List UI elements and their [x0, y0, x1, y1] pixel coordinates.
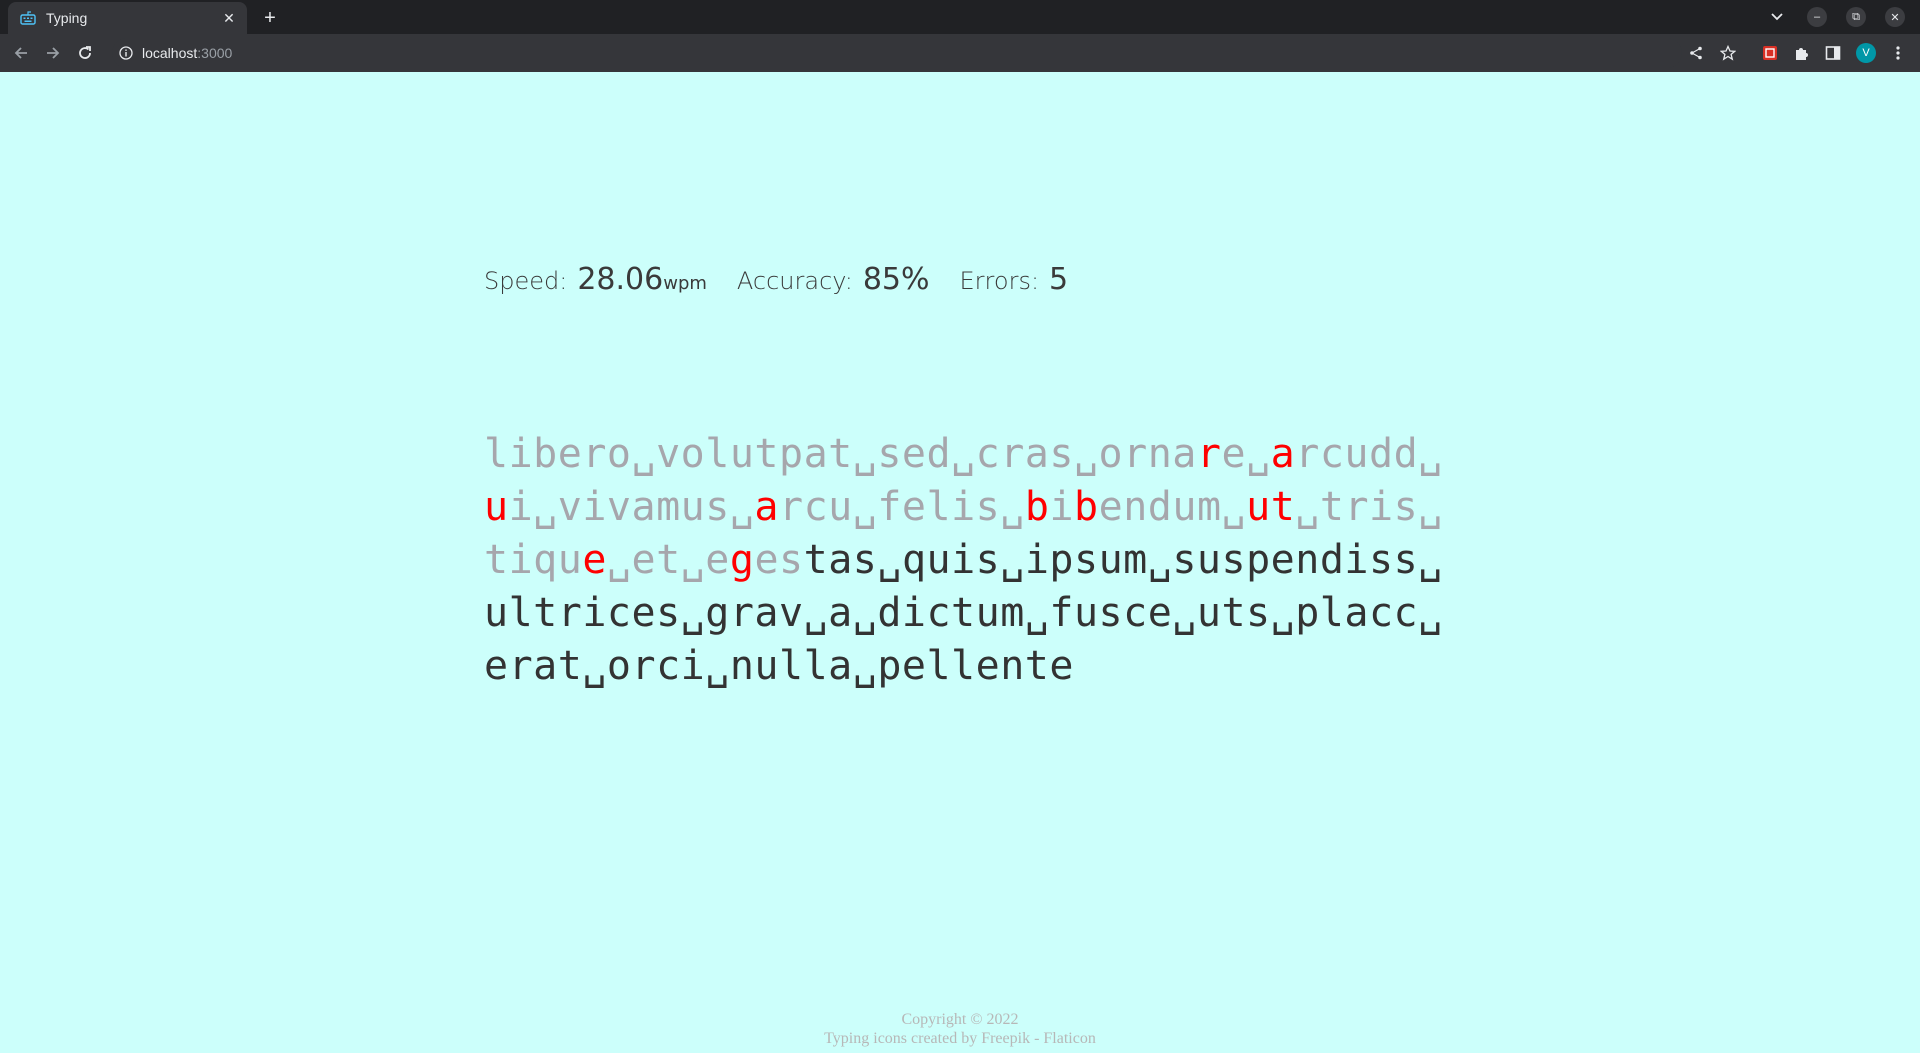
typed-text: ␣et␣e [606, 537, 730, 583]
error-char: b [1074, 484, 1099, 530]
text-line: tique␣et␣egestas␣quis␣ipsum␣suspendiss␣ [484, 534, 1444, 587]
share-icon[interactable] [1686, 43, 1706, 63]
typing-text-area[interactable]: libero␣volutpat␣sed␣cras␣ornare␣arcudd␣ u… [484, 428, 1444, 693]
tab-bar: Typing ✕ + – ⧉ ✕ [0, 0, 1920, 34]
typed-text: i␣vivamus␣ [508, 484, 755, 530]
keyboard-icon [20, 10, 36, 26]
extensions-puzzle-icon[interactable] [1792, 43, 1812, 63]
error-char: a [1270, 431, 1296, 477]
copyright-text: Copyright © 2022 [901, 1011, 1019, 1028]
site-info-icon[interactable] [118, 45, 134, 61]
typed-text: rcudd␣ [1295, 431, 1443, 477]
error-char: b [1024, 484, 1050, 530]
restore-button[interactable]: ⧉ [1846, 7, 1866, 27]
close-window-button[interactable]: ✕ [1885, 7, 1905, 27]
pending-text: tas␣quis␣ipsum␣suspendiss␣ [803, 537, 1443, 583]
speed-value: 28.06 [577, 262, 664, 297]
minimize-button[interactable]: – [1807, 7, 1827, 27]
typed-text: libero␣volutpat␣sed␣cras␣orna [484, 431, 1197, 477]
reload-icon[interactable] [73, 41, 97, 65]
bookmark-star-icon[interactable] [1718, 43, 1738, 63]
error-char: a [754, 484, 780, 530]
typed-text: i [1049, 484, 1075, 530]
errors-value: 5 [1049, 262, 1069, 297]
browser-toolbar: localhost:3000 V [0, 34, 1920, 72]
new-tab-button[interactable]: + [258, 6, 282, 30]
text-line: libero␣volutpat␣sed␣cras␣ornare␣arcudd␣ [484, 428, 1444, 481]
pending-text: erat␣orci␣nulla␣pellente [484, 643, 1074, 689]
text-line: erat␣orci␣nulla␣pellente [484, 640, 1444, 693]
accuracy-stat: Accuracy: 85% [737, 262, 930, 297]
tab-typing[interactable]: Typing ✕ [8, 2, 247, 34]
profile-avatar[interactable]: V [1856, 43, 1876, 63]
speed-label: Speed: [484, 267, 568, 295]
stats-bar: Speed: 28.06 wpm Accuracy: 85% Errors: 5 [484, 262, 1098, 297]
typed-text: endum␣ [1098, 484, 1247, 530]
error-char: u [484, 484, 509, 530]
close-tab-icon[interactable]: ✕ [219, 8, 239, 28]
text-line: ultrices␣grav␣a␣dictum␣fusce␣uts␣placc␣ [484, 587, 1444, 640]
extension-app-icon[interactable] [1760, 43, 1780, 63]
tab-search-chevron-icon[interactable] [1766, 7, 1788, 27]
tab-title: Typing [46, 10, 88, 26]
typed-text: rcu␣felis␣ [779, 484, 1025, 530]
errors-label: Errors: [959, 267, 1040, 295]
accuracy-label: Accuracy: [736, 267, 853, 295]
typed-text: e␣ [1221, 431, 1271, 477]
pending-text: ultrices␣grav␣a␣dictum␣fusce␣uts␣placc␣ [484, 590, 1443, 636]
menu-kebab-icon[interactable] [1888, 43, 1908, 63]
typed-text: tiqu [484, 537, 583, 583]
error-char: e [582, 537, 607, 583]
side-panel-icon[interactable] [1823, 43, 1843, 63]
footer: Copyright © 2022 Typing icons created by… [0, 1010, 1920, 1048]
forward-arrow-icon[interactable] [41, 41, 65, 65]
typed-text: es [754, 537, 804, 583]
error-char: g [729, 537, 755, 583]
error-char: r [1196, 431, 1222, 477]
back-arrow-icon[interactable] [9, 41, 33, 65]
text-line: ui␣vivamus␣arcu␣felis␣bibendum␣ut␣tris␣ [484, 481, 1444, 534]
speed-unit: wpm [663, 273, 707, 294]
icon-credit-text: Typing icons created by Freepik - Flatic… [824, 1030, 1096, 1047]
url-text: localhost:3000 [142, 45, 233, 61]
errors-stat: Errors: 5 [960, 262, 1069, 297]
speed-stat: Speed: 28.06 wpm [484, 262, 707, 297]
error-char: ut [1246, 484, 1296, 530]
address-bar[interactable]: localhost:3000 [112, 38, 1682, 68]
accuracy-value: 85% [862, 262, 930, 297]
typed-text: ␣tris␣ [1295, 484, 1443, 530]
